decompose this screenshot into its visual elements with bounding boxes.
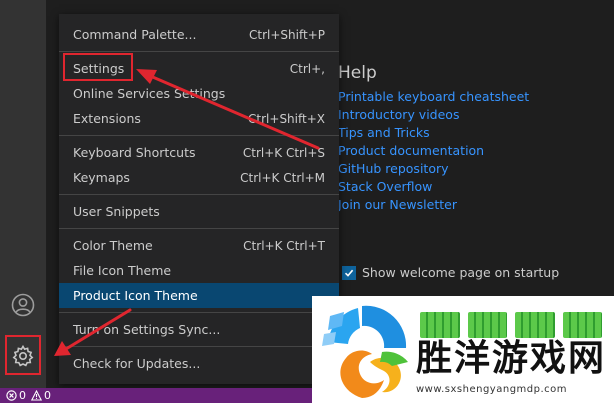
menu-label: Settings	[73, 61, 125, 76]
menu-item-keymaps[interactable]: Keymaps Ctrl+K Ctrl+M	[59, 165, 339, 190]
menu-item-color-theme[interactable]: Color Theme Ctrl+K Ctrl+T	[59, 233, 339, 258]
menu-label: File Icon Theme	[73, 263, 172, 278]
help-title: Help	[338, 63, 377, 83]
warning-icon	[31, 390, 42, 401]
watermark-band	[420, 312, 610, 338]
menu-shortcut: Ctrl+Shift+P	[249, 27, 325, 42]
menu-label: Online Services Settings	[73, 86, 226, 101]
watermark: 胜洋游戏网 www.sxshengyangmdp.com	[312, 296, 614, 403]
menu-shortcut: Ctrl+K Ctrl+T	[243, 238, 325, 253]
error-count: 0	[19, 389, 26, 402]
startup-label: Show welcome page on startup	[362, 265, 560, 280]
error-icon	[6, 390, 17, 401]
watermark-logo	[322, 305, 408, 398]
activity-bar	[0, 0, 46, 388]
menu-item-product-icon-theme[interactable]: Product Icon Theme	[59, 283, 339, 308]
menu-label: Color Theme	[73, 238, 153, 253]
menu-label: Command Palette...	[73, 27, 197, 42]
account-icon	[11, 293, 35, 317]
menu-item-check-updates[interactable]: Check for Updates...	[59, 351, 339, 376]
menu-item-extensions[interactable]: Extensions Ctrl+Shift+X	[59, 106, 339, 131]
menu-shortcut: Ctrl+Shift+X	[248, 111, 325, 126]
menu-label: Turn on Settings Sync...	[73, 322, 221, 337]
help-section: Help Printable keyboard cheatsheet Intro…	[338, 60, 529, 214]
menu-separator	[59, 346, 339, 347]
menu-item-keyboard-shortcuts[interactable]: Keyboard Shortcuts Ctrl+K Ctrl+S	[59, 140, 339, 165]
problems-indicator[interactable]: 0 0	[6, 389, 51, 402]
menu-shortcut: Ctrl+K Ctrl+S	[242, 145, 325, 160]
help-link-github[interactable]: GitHub repository	[338, 160, 529, 178]
help-link-videos[interactable]: Introductory videos	[338, 106, 529, 124]
warning-count: 0	[44, 389, 51, 402]
account-button[interactable]	[0, 282, 46, 328]
startup-checkbox[interactable]	[342, 265, 356, 280]
menu-label: Keyboard Shortcuts	[73, 145, 196, 160]
menu-label: Extensions	[73, 111, 141, 126]
menu-shortcut: Ctrl+,	[289, 61, 325, 76]
menu-label: Keymaps	[73, 170, 130, 185]
menu-label: Check for Updates...	[73, 356, 201, 371]
check-icon	[344, 269, 354, 277]
gear-icon	[12, 344, 34, 367]
menu-separator	[59, 312, 339, 313]
menu-separator	[59, 228, 339, 229]
menu-separator	[59, 194, 339, 195]
help-link-tips[interactable]: Tips and Tricks	[338, 124, 529, 142]
menu-label: Product Icon Theme	[73, 288, 198, 303]
menu-item-file-icon-theme[interactable]: File Icon Theme	[59, 258, 339, 283]
help-link-cheatsheet[interactable]: Printable keyboard cheatsheet	[338, 88, 529, 106]
menu-item-settings[interactable]: Settings Ctrl+,	[59, 56, 339, 81]
help-links: Printable keyboard cheatsheet Introducto…	[338, 88, 529, 214]
help-link-newsletter[interactable]: Join our Newsletter	[338, 196, 529, 214]
menu-item-command-palette[interactable]: Command Palette... Ctrl+Shift+P	[59, 22, 339, 47]
watermark-url: www.sxshengyangmdp.com	[416, 384, 568, 395]
startup-option: Show welcome page on startup	[342, 265, 559, 280]
help-link-stackoverflow[interactable]: Stack Overflow	[338, 178, 529, 196]
manage-context-menu: Command Palette... Ctrl+Shift+P Settings…	[59, 14, 339, 384]
menu-label: User Snippets	[73, 204, 160, 219]
manage-button[interactable]	[0, 333, 46, 379]
menu-shortcut: Ctrl+K Ctrl+M	[240, 170, 325, 185]
menu-item-settings-sync[interactable]: Turn on Settings Sync...	[59, 317, 339, 342]
help-link-docs[interactable]: Product documentation	[338, 142, 529, 160]
menu-item-user-snippets[interactable]: User Snippets	[59, 199, 339, 224]
menu-item-online-services-settings[interactable]: Online Services Settings	[59, 81, 339, 106]
watermark-title: 胜洋游戏网	[416, 338, 607, 379]
menu-separator	[59, 135, 339, 136]
menu-separator	[59, 51, 339, 52]
